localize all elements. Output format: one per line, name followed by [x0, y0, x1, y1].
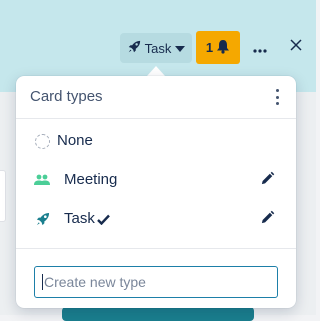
rocket-icon — [34, 212, 50, 226]
background-teal-button — [62, 307, 254, 321]
checkmark-icon — [97, 212, 110, 230]
notifications-button[interactable]: 1 — [196, 31, 240, 64]
card-type-button[interactable]: Task — [120, 33, 192, 63]
divider — [16, 248, 296, 249]
card-type-option-label: Task — [64, 210, 95, 227]
card-type-button-label: Task — [144, 40, 172, 56]
card-type-option-label: Meeting — [64, 171, 118, 188]
card-type-option-task[interactable]: Task — [16, 202, 296, 236]
edit-task-button[interactable] — [260, 210, 276, 226]
rocket-icon — [127, 40, 141, 57]
text-cursor — [42, 274, 43, 290]
card-types-popover: Card types None Meeting Task Create new … — [16, 76, 296, 308]
people-icon — [34, 173, 50, 187]
create-new-type-field[interactable] — [34, 266, 278, 298]
card-type-option-none[interactable]: None — [16, 124, 296, 158]
caret-down-icon — [175, 41, 186, 56]
card-type-option-meeting[interactable]: Meeting — [16, 163, 296, 197]
notification-count: 1 — [205, 40, 214, 55]
create-new-type-input[interactable] — [42, 269, 277, 295]
ellipsis-icon — [253, 37, 267, 58]
edit-meeting-button[interactable] — [260, 171, 276, 187]
popover-title: Card types — [30, 88, 103, 105]
vertical-ellipsis-icon — [275, 89, 279, 92]
popover-arrow — [147, 66, 165, 76]
dashed-circle-icon — [34, 133, 50, 149]
divider — [16, 118, 296, 119]
bell-icon — [216, 39, 230, 57]
close-icon — [290, 38, 302, 56]
background-card — [0, 170, 6, 222]
popover-menu-button[interactable] — [272, 89, 282, 105]
close-button[interactable] — [284, 36, 308, 58]
card-type-option-label: None — [57, 132, 93, 149]
more-options-button[interactable] — [248, 36, 272, 58]
pencil-icon — [260, 171, 275, 190]
pencil-icon — [260, 210, 275, 229]
